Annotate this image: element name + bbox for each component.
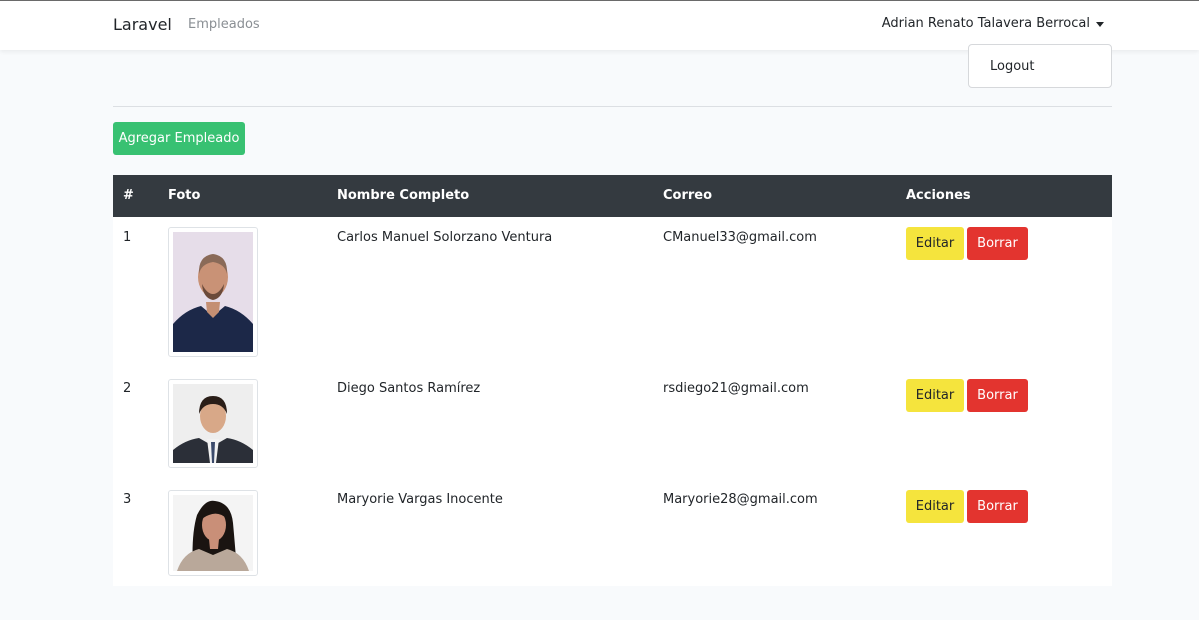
logout-link[interactable]: Logout	[990, 59, 1035, 74]
user-menu-toggle[interactable]: Adrian Renato Talavera Berrocal	[882, 16, 1104, 31]
man-portrait-icon	[173, 232, 253, 352]
row-name: Diego Santos Ramírez	[337, 381, 481, 396]
header-id: #	[123, 188, 134, 203]
header-email: Correo	[663, 188, 713, 203]
employee-photo	[168, 490, 258, 576]
header-name: Nombre Completo	[337, 188, 470, 203]
user-dropdown: Logout	[968, 44, 1112, 88]
divider	[113, 106, 1112, 107]
navbar: Laravel Empleados Adrian Renato Talavera…	[0, 1, 1199, 50]
row-id: 1	[123, 230, 132, 245]
employee-photo	[168, 379, 258, 468]
header-actions: Acciones	[906, 188, 971, 203]
row-email: CManuel33@gmail.com	[663, 230, 817, 245]
row-name: Carlos Manuel Solorzano Ventura	[337, 230, 553, 245]
row-email: Maryorie28@gmail.com	[663, 492, 818, 507]
user-name: Adrian Renato Talavera Berrocal	[881, 16, 1090, 31]
woman-portrait-icon	[173, 495, 253, 571]
row-id: 3	[123, 492, 132, 507]
header-photo: Foto	[168, 188, 201, 203]
employee-photo	[168, 227, 258, 357]
delete-button[interactable]: Borrar	[967, 227, 1028, 260]
caret-down-icon	[1096, 21, 1104, 27]
row-id: 2	[123, 381, 132, 396]
nav-link-empleados[interactable]: Empleados	[188, 17, 260, 32]
edit-button[interactable]: Editar	[906, 227, 964, 260]
brand-link[interactable]: Laravel	[113, 15, 172, 34]
add-employee-button[interactable]: Agregar Empleado	[113, 122, 245, 155]
row-email: rsdiego21@gmail.com	[663, 381, 809, 396]
table-header: # Foto Nombre Completo Correo Acciones	[113, 175, 1112, 217]
edit-button[interactable]: Editar	[906, 490, 964, 523]
man-portrait-icon	[173, 384, 253, 463]
table-row: 3 Maryorie Vargas Inocente Maryorie28@gm…	[113, 480, 1112, 586]
row-name: Maryorie Vargas Inocente	[337, 492, 503, 507]
employees-table: # Foto Nombre Completo Correo Acciones 1…	[113, 175, 1112, 586]
delete-button[interactable]: Borrar	[967, 379, 1028, 412]
edit-button[interactable]: Editar	[906, 379, 964, 412]
delete-button[interactable]: Borrar	[967, 490, 1028, 523]
table-row: 2 Diego Santos Ramírez rsdiego21@gmail.c…	[113, 369, 1112, 480]
table-row: 1 Carlos Manuel Solorzano Ventura CManue…	[113, 217, 1112, 369]
